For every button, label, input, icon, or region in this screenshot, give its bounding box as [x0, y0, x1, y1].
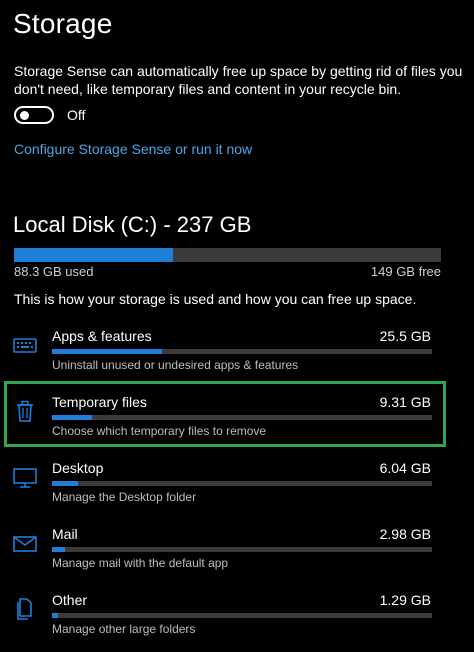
storage-sense-description: Storage Sense can automatically free up …: [14, 63, 463, 97]
disk-usage-bar: [14, 248, 441, 262]
category-usage-bar: [52, 481, 432, 486]
keyboard-icon: [12, 332, 38, 358]
configure-storage-sense-link[interactable]: Configure Storage Sense or run it now: [14, 141, 252, 157]
category-usage-bar: [52, 613, 432, 618]
storage-intro-text: This is how your storage is used and how…: [14, 291, 417, 307]
category-usage-bar: [52, 349, 432, 354]
category-subtitle: Manage the Desktop folder: [52, 490, 197, 504]
category-usage-fill: [52, 613, 58, 618]
category-usage-bar: [52, 547, 432, 552]
storage-sense-toggle[interactable]: [14, 106, 54, 124]
temporary-files-highlight-box: [4, 381, 446, 447]
toggle-state-label: Off: [67, 107, 86, 123]
mail-icon: [12, 530, 38, 556]
category-name: Mail: [52, 526, 78, 542]
category-usage-fill: [52, 349, 163, 354]
disk-usage-fill: [14, 248, 174, 262]
category-usage-fill: [52, 481, 78, 486]
category-name: Apps & features: [52, 328, 152, 344]
toggle-knob: [20, 111, 29, 120]
category-subtitle: Uninstall unused or undesired apps & fea…: [52, 358, 299, 372]
page-title: Storage: [13, 8, 113, 39]
category-mail[interactable]: Mail 2.98 GB Manage mail with the defaul…: [0, 526, 474, 586]
category-subtitle: Manage mail with the default app: [52, 556, 229, 570]
category-size: 6.04 GB: [379, 460, 431, 476]
file-icon: [12, 596, 38, 622]
disk-free-label: 149 GB free: [370, 264, 441, 279]
category-size: 1.29 GB: [379, 592, 431, 608]
category-apps-features[interactable]: Apps & features 25.5 GB Uninstall unused…: [0, 328, 474, 388]
category-name: Desktop: [52, 460, 104, 476]
category-size: 25.5 GB: [379, 328, 431, 344]
category-other[interactable]: Other 1.29 GB Manage other large folders: [0, 592, 474, 652]
monitor-icon: [12, 464, 38, 490]
category-name: Other: [52, 592, 88, 608]
disk-title: Local Disk (C:) - 237 GB: [13, 212, 252, 237]
category-usage-fill: [52, 547, 65, 552]
category-desktop[interactable]: Desktop 6.04 GB Manage the Desktop folde…: [0, 460, 474, 520]
category-size: 2.98 GB: [379, 526, 431, 542]
category-subtitle: Manage other large folders: [52, 622, 196, 636]
disk-used-label: 88.3 GB used: [14, 264, 94, 279]
